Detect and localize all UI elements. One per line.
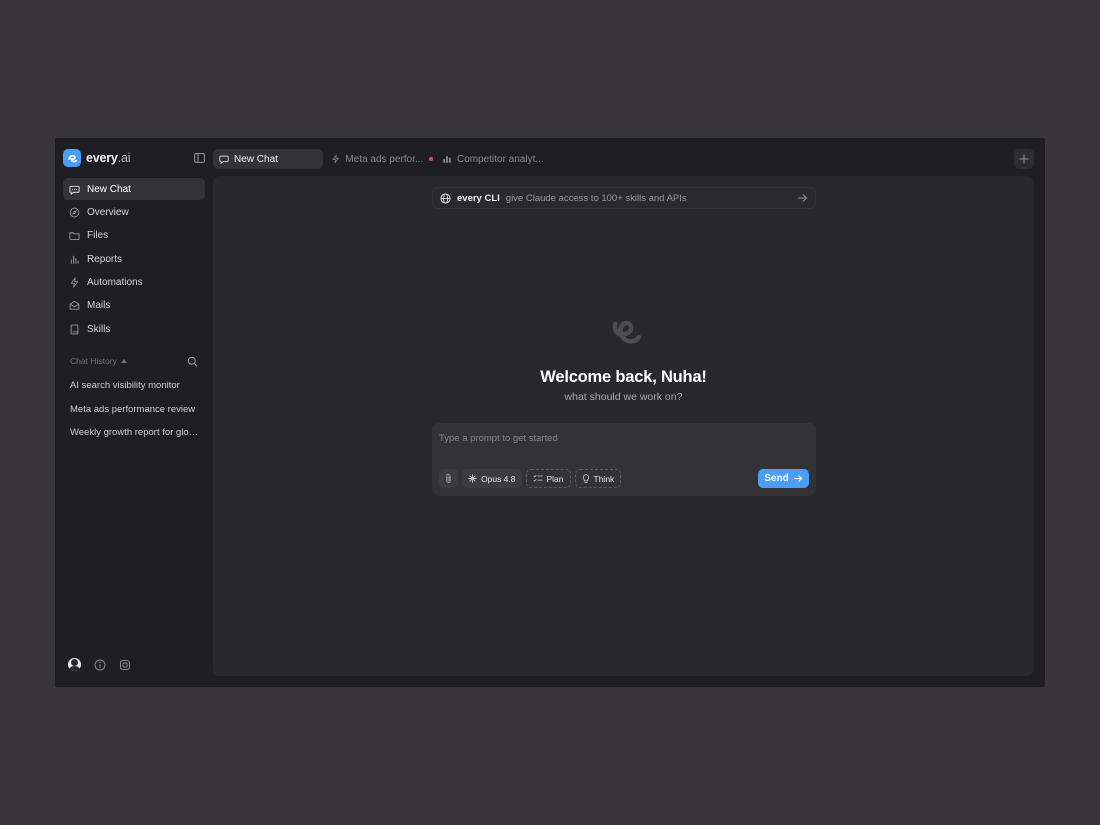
bar-chart-icon — [443, 156, 451, 163]
think-toggle[interactable]: Think — [574, 469, 622, 488]
sidebar-item-label: Automations — [87, 277, 143, 289]
tab-label: Competitor analyt... — [457, 153, 544, 165]
chat-history-header: Chat History — [70, 354, 198, 368]
info-icon[interactable] — [94, 659, 106, 671]
globe-icon — [440, 192, 451, 204]
cli-banner[interactable]: every CLI give Claude access to 100+ ski… — [432, 187, 816, 209]
sidebar-item-label: Skills — [87, 323, 111, 335]
folder-icon — [69, 232, 80, 241]
sidebar-footer — [68, 658, 131, 671]
brand[interactable]: every.ai — [63, 148, 130, 168]
brand-name: every.ai — [86, 151, 131, 165]
welcome-title: Welcome back, Nuha! — [540, 368, 707, 386]
main-panel: every CLI give Claude access to 100+ ski… — [213, 176, 1034, 676]
search-icon[interactable] — [187, 356, 198, 367]
lightning-icon — [70, 277, 79, 288]
sidebar-item-new-chat[interactable]: New Chat — [63, 178, 205, 200]
prompt-input[interactable] — [439, 430, 809, 446]
sparkle-icon — [468, 474, 477, 483]
paperclip-icon — [446, 473, 451, 484]
welcome-subtitle: what should we work on? — [564, 391, 683, 403]
app-window: every.ai New Chat Overview Files Reports — [55, 138, 1045, 687]
think-label: Think — [593, 473, 615, 484]
plan-toggle[interactable]: Plan — [525, 469, 571, 488]
chat-history-list: AI search visibility monitor Meta ads pe… — [70, 374, 200, 445]
tab-new-chat[interactable]: New Chat — [213, 149, 323, 169]
chat-history-title: Chat History — [70, 356, 117, 366]
tab-competitor-analytics[interactable]: Competitor analyt... — [436, 149, 544, 169]
compass-icon — [69, 207, 80, 218]
sidebar-item-overview[interactable]: Overview — [63, 201, 205, 223]
sidebar-item-files[interactable]: Files — [63, 225, 205, 247]
sidebar-nav: New Chat Overview Files Reports Automati… — [63, 178, 205, 342]
sidebar-item-automations[interactable]: Automations — [63, 272, 205, 294]
lightning-icon — [332, 154, 339, 164]
caret-up-icon — [120, 359, 127, 363]
arrow-right-icon — [798, 194, 808, 202]
unread-dot — [429, 157, 433, 161]
sidebar-item-label: Files — [87, 230, 109, 242]
cli-name: every CLI — [457, 192, 500, 204]
sidebar-toggle-icon[interactable] — [192, 151, 206, 165]
attach-button[interactable] — [439, 469, 458, 488]
sidebar-item-reports[interactable]: Reports — [63, 248, 205, 270]
send-button[interactable]: Send — [758, 469, 809, 488]
sidebar-item-label: Mails — [87, 300, 111, 312]
bar-chart-icon — [70, 255, 79, 264]
sidebar: every.ai New Chat Overview Files Reports — [55, 138, 213, 687]
arrow-right-icon — [793, 474, 803, 483]
sidebar-item-skills[interactable]: Skills — [63, 318, 205, 340]
mail-icon — [69, 301, 80, 311]
chat-bubble-icon — [219, 155, 229, 164]
sidebar-item-label: New Chat — [87, 183, 131, 195]
book-icon — [70, 324, 79, 335]
checklist-icon — [532, 474, 542, 482]
history-item[interactable]: AI search visibility monitor — [70, 374, 200, 398]
sidebar-item-label: Reports — [87, 253, 123, 265]
sidebar-item-label: Overview — [87, 206, 129, 218]
add-tab-button[interactable] — [1014, 149, 1034, 169]
composer-tools: Opus 4.8 Plan Think — [439, 469, 622, 488]
sidebar-item-mails[interactable]: Mails — [63, 295, 205, 317]
plan-label: Plan — [546, 473, 564, 484]
model-selector[interactable]: Opus 4.8 — [462, 469, 522, 488]
cli-description: give Claude access to 100+ skills and AP… — [505, 192, 687, 204]
send-label: Send — [764, 473, 789, 484]
tab-label: Meta ads perfor... — [345, 153, 424, 165]
lightbulb-icon — [582, 473, 589, 483]
model-label: Opus 4.8 — [481, 473, 516, 484]
settings-icon[interactable] — [119, 659, 131, 671]
every-logo-icon — [63, 149, 81, 167]
every-logo-icon — [612, 320, 642, 344]
composer: Opus 4.8 Plan Think Send — [432, 423, 816, 496]
plus-icon — [1019, 154, 1029, 164]
tab-meta-ads[interactable]: Meta ads perfor... — [325, 149, 433, 169]
history-item[interactable]: Weekly growth report for global — [70, 421, 200, 445]
avatar[interactable] — [68, 658, 81, 671]
chat-history-toggle[interactable]: Chat History — [70, 356, 127, 366]
history-item[interactable]: Meta ads performance review — [70, 398, 200, 422]
tab-label: New Chat — [234, 153, 278, 165]
chat-bubble-icon — [69, 185, 80, 195]
